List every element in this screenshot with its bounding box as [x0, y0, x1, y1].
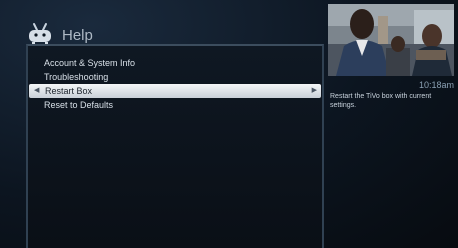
live-tv-preview [328, 4, 454, 76]
help-menu-panel: Account & System Info Troubleshooting ◀ … [26, 44, 324, 248]
video-thumbnail [328, 4, 454, 76]
menu-item-troubleshooting[interactable]: Troubleshooting [28, 70, 322, 84]
arrow-left-icon: ◀ [34, 87, 40, 94]
menu-item-label: Troubleshooting [44, 72, 109, 82]
menu-item-account-system-info[interactable]: Account & System Info [28, 56, 322, 70]
menu-item-label: Reset to Defaults [44, 100, 114, 110]
menu-item-label: Account & System Info [44, 58, 136, 68]
tivo-help-screen: Help Account & System Info Troubleshooti… [0, 0, 458, 248]
arrow-right-icon: ▶ [311, 87, 317, 94]
page-title: Help [62, 26, 93, 44]
help-menu-list: Account & System Info Troubleshooting ◀ … [28, 56, 322, 112]
menu-item-restart-box[interactable]: ◀ Restart Box ▶ [29, 84, 321, 98]
clock: 10:18am [418, 80, 454, 90]
menu-item-reset-to-defaults[interactable]: Reset to Defaults [28, 98, 322, 112]
item-description: Restart the TiVo box with current settin… [330, 93, 432, 109]
menu-item-label: Restart Box [45, 86, 93, 96]
